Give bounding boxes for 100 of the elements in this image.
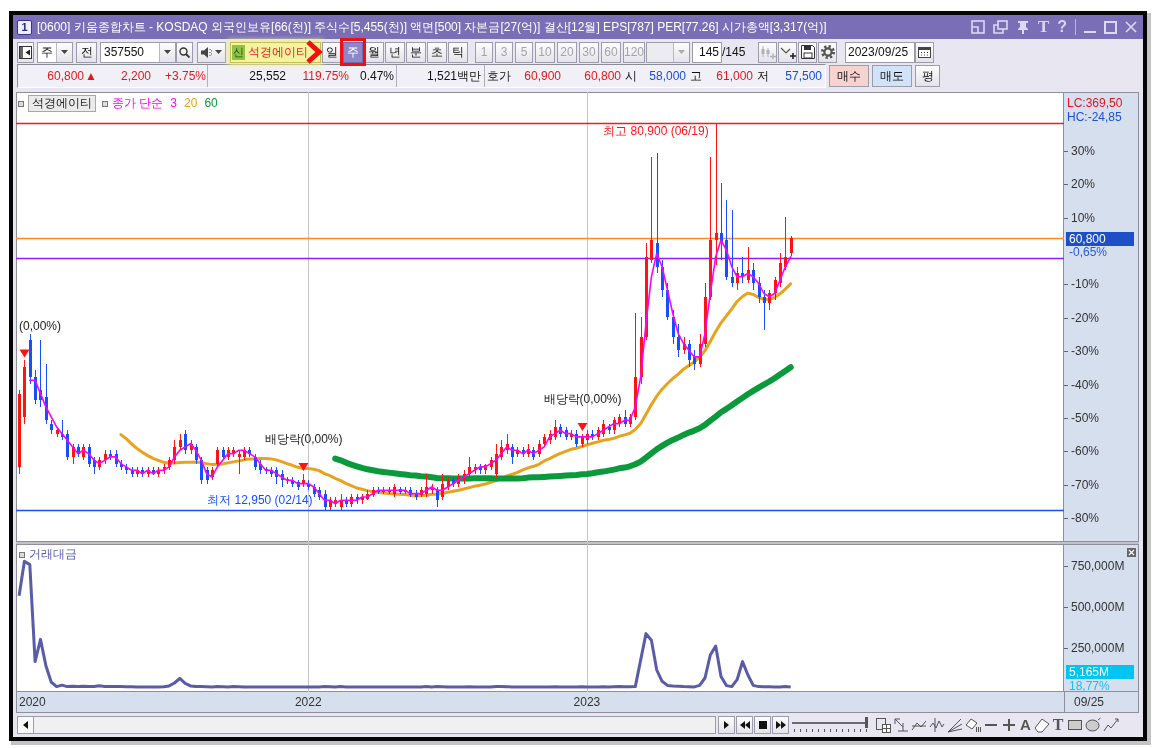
split-window-icon[interactable] — [970, 20, 985, 34]
text-tool[interactable]: A — [1019, 716, 1032, 733]
candlestick — [699, 333, 702, 368]
scroll-left-button[interactable] — [18, 716, 34, 733]
panel-button[interactable] — [17, 41, 34, 63]
reference-line-label: 최고 80,900 (06/19) — [603, 124, 709, 139]
series-toggle-icon[interactable] — [19, 551, 25, 558]
count-field[interactable]: 145 — [692, 41, 722, 63]
candlestick — [779, 252, 782, 288]
candlestick — [586, 429, 589, 445]
candlestick — [479, 463, 482, 475]
candlestick — [495, 443, 498, 478]
zigzag-icon[interactable] — [1102, 716, 1119, 733]
stock-name-field[interactable]: 신 석경에이티 — [230, 41, 321, 63]
arrow-lines-icon[interactable] — [893, 716, 909, 733]
candlestick — [372, 486, 375, 498]
period-tab[interactable]: 초 — [427, 41, 447, 63]
vertical-line-icon[interactable] — [929, 716, 945, 733]
candlestick — [752, 262, 755, 291]
candlestick — [490, 456, 493, 471]
add-line-button[interactable] — [778, 41, 797, 63]
rewind-button[interactable] — [736, 715, 753, 734]
candlestick — [329, 496, 332, 511]
maximize-icon[interactable] — [1104, 20, 1117, 34]
candlestick — [131, 466, 134, 478]
fan-lines-icon[interactable] — [947, 716, 963, 733]
window-grid-icon[interactable] — [875, 716, 891, 733]
series-toggle-icon[interactable] — [18, 100, 24, 107]
candlestick — [281, 469, 284, 488]
candles-plus-icon — [759, 45, 776, 59]
window-number-badge: 1 — [17, 19, 32, 35]
price-value: 57,500 — [784, 69, 822, 83]
legend-item[interactable]: 60 — [204, 96, 218, 111]
change-label: -0,65% — [1069, 244, 1108, 259]
candlestick — [270, 466, 273, 478]
candlestick — [506, 433, 509, 455]
settings-button[interactable] — [818, 41, 837, 63]
period-tab[interactable]: 틱 — [448, 41, 468, 63]
order-button[interactable]: 매도 — [872, 65, 912, 87]
calendar-button[interactable] — [915, 41, 934, 63]
candlestick — [602, 419, 605, 438]
plus-icon[interactable] — [1001, 716, 1017, 733]
pin-icon[interactable] — [1015, 20, 1030, 34]
save-button[interactable] — [798, 41, 817, 63]
axis-label: 2023 — [573, 695, 601, 709]
candlestick — [683, 336, 686, 355]
slider-handle[interactable] — [865, 716, 868, 728]
period-tab[interactable]: 주 — [343, 41, 363, 63]
candlestick — [23, 359, 26, 425]
market-dropdown[interactable]: 주 — [37, 41, 73, 63]
order-button[interactable]: 평 — [915, 65, 940, 87]
candlestick — [243, 446, 246, 461]
candlestick — [125, 463, 128, 475]
zoom-slider[interactable] — [792, 716, 868, 733]
volume-ratio: 119.75% — [301, 69, 349, 83]
caret-icon — [678, 50, 685, 54]
ellipse-icon[interactable] — [1084, 716, 1101, 733]
date-field[interactable]: 2023/09/25 — [845, 41, 915, 63]
candlestick — [570, 429, 573, 441]
text-style-tool[interactable]: T — [1051, 716, 1065, 733]
period-tab[interactable]: 년 — [385, 41, 405, 63]
axis-label: -50% — [1064, 410, 1099, 425]
fast-forward-button[interactable] — [772, 715, 789, 734]
series-toggle-icon[interactable] — [102, 100, 108, 107]
help-button[interactable]: ? — [1057, 19, 1067, 35]
stop-button[interactable] — [754, 715, 771, 734]
period-tab[interactable]: 일 — [322, 41, 342, 63]
candlestick — [741, 256, 744, 284]
series-name-button[interactable]: 석경에이티 — [28, 95, 96, 112]
candlestick — [345, 496, 348, 508]
interval-dropdown[interactable] — [646, 41, 690, 63]
candlestick — [179, 433, 182, 451]
candlestick — [324, 489, 327, 511]
price-value: 61,000 — [715, 69, 753, 83]
axis-label: 30% — [1064, 144, 1096, 159]
candlestick — [474, 463, 477, 475]
all-button[interactable]: 전 — [76, 41, 97, 63]
candlestick — [286, 476, 289, 485]
play-icon — [724, 720, 729, 729]
candlestick — [334, 496, 337, 508]
eraser-bars-icon[interactable] — [965, 716, 981, 733]
axis-label: -70% — [1064, 477, 1099, 492]
search-button[interactable] — [176, 41, 193, 63]
font-button[interactable]: T — [1037, 19, 1050, 35]
eraser-icon[interactable] — [1033, 716, 1050, 733]
horizontal-scrollbar[interactable] — [17, 715, 716, 734]
candlestick — [608, 423, 611, 435]
cascade-windows-icon[interactable] — [992, 20, 1008, 34]
legend-item[interactable]: 3 — [170, 96, 178, 111]
order-button[interactable]: 매수 — [829, 65, 869, 87]
period-tab[interactable]: 분 — [406, 41, 426, 63]
candlestick — [50, 419, 53, 435]
period-tab[interactable]: 월 — [364, 41, 384, 63]
sound-dropdown[interactable] — [197, 41, 226, 63]
left-triangle-icon — [23, 720, 28, 729]
play-button[interactable] — [718, 715, 735, 734]
close-icon[interactable] — [1125, 21, 1137, 33]
candlestick — [409, 486, 412, 498]
current-price-label: 60,800 — [1066, 231, 1134, 246]
stock-code-combobox[interactable]: 357550 — [100, 41, 176, 63]
